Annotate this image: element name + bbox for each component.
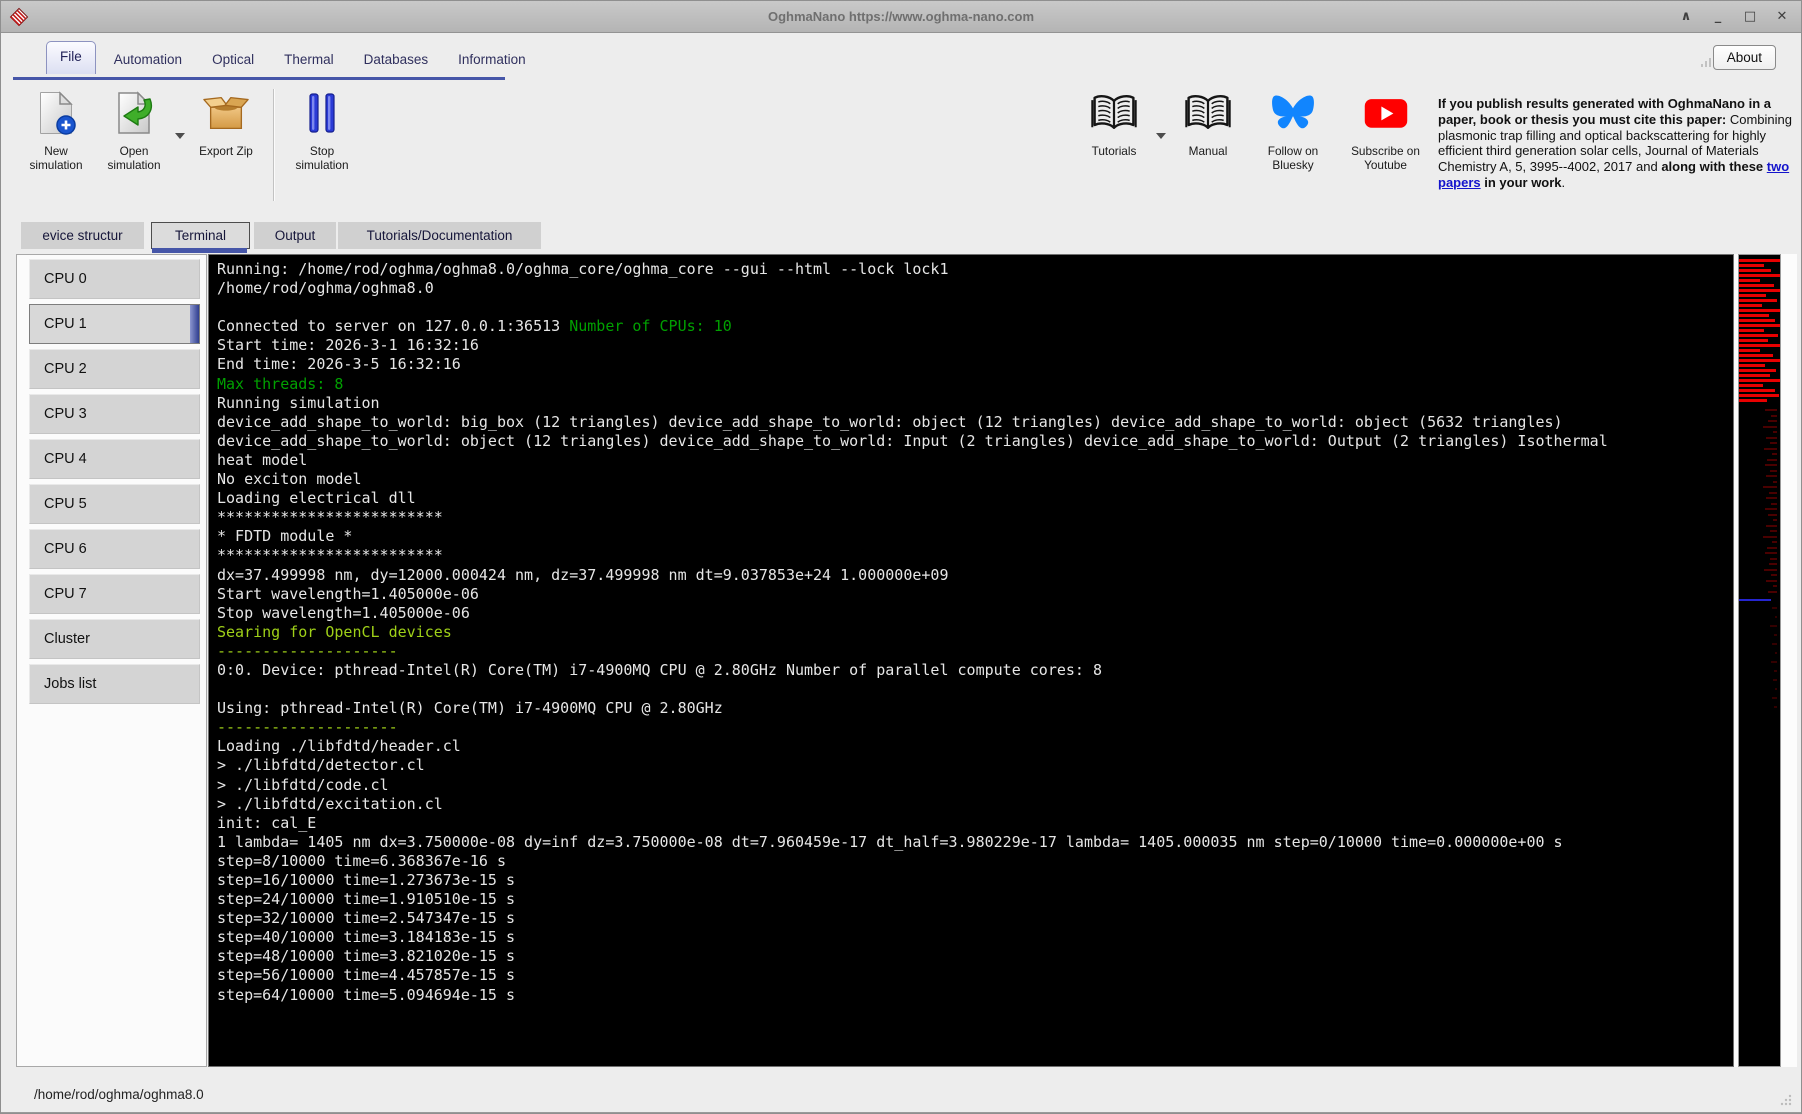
page-open-icon xyxy=(110,89,158,137)
book-icon xyxy=(1090,89,1138,137)
page-plus-icon xyxy=(32,89,80,137)
resize-grip-icon[interactable] xyxy=(1777,1091,1793,1107)
toolbar-separator xyxy=(273,89,275,201)
sidebar-item-cpu7[interactable]: CPU 7 xyxy=(29,574,200,614)
toolbar: New simulation Open simulation Export Zi… xyxy=(1,83,1801,207)
new-simulation-button[interactable]: New simulation xyxy=(17,89,95,172)
sidebar-item-cpu3[interactable]: CPU 3 xyxy=(29,394,200,434)
youtube-icon xyxy=(1362,89,1410,137)
manual-button[interactable]: Manual xyxy=(1168,89,1248,158)
pause-icon xyxy=(298,89,346,137)
activity-strip-holder xyxy=(1734,254,1797,1067)
open-simulation-button[interactable]: Open simulation xyxy=(95,89,173,172)
stop-simulation-button[interactable]: Stop simulation xyxy=(283,89,361,172)
bluesky-button[interactable]: Follow on Bluesky xyxy=(1248,89,1338,172)
minimize-window-icon[interactable]: _ xyxy=(1709,8,1727,26)
sidebar-item-cpu6[interactable]: CPU 6 xyxy=(29,529,200,569)
sidebar-item-jobs-list[interactable]: Jobs list xyxy=(29,664,200,704)
book-icon xyxy=(1184,89,1232,137)
stop-simulation-label: Stop simulation xyxy=(295,144,349,173)
menu-tab-optical[interactable]: Optical xyxy=(200,45,266,74)
menu-tab-databases[interactable]: Databases xyxy=(352,45,441,74)
youtube-label: Subscribe on Youtube xyxy=(1351,144,1420,173)
tab-terminal[interactable]: Terminal xyxy=(151,222,250,249)
close-window-icon[interactable]: ✕ xyxy=(1773,8,1791,26)
activity-strip xyxy=(1738,254,1781,1067)
sidebar-item-cpu5[interactable]: CPU 5 xyxy=(29,484,200,524)
tab-terminal-underline xyxy=(152,248,247,253)
doc-tab-bar: evice structur Terminal Output Tutorials… xyxy=(1,222,1801,253)
chevron-down-icon xyxy=(175,133,185,139)
manual-label: Manual xyxy=(1188,144,1228,158)
shade-window-icon[interactable]: ∧ xyxy=(1677,8,1695,26)
menu-bar: File Automation Optical Thermal Database… xyxy=(1,33,1801,81)
sidebar-item-cpu1[interactable]: CPU 1 xyxy=(29,304,200,344)
citation-text: If you publish results generated with Og… xyxy=(1438,96,1792,190)
terminal-output[interactable]: Running: /home/rod/oghma/oghma8.0/oghma_… xyxy=(208,254,1734,1067)
new-simulation-label: New simulation xyxy=(29,144,83,173)
open-simulation-label: Open simulation xyxy=(107,144,161,173)
window-title: OghmaNano https://www.oghma-nano.com xyxy=(767,9,1035,24)
youtube-button[interactable]: Subscribe on Youtube xyxy=(1338,89,1433,172)
app-window: OghmaNano https://www.oghma-nano.com ∧ _… xyxy=(0,0,1802,1114)
status-bar: /home/rod/oghma/oghma8.0 xyxy=(1,1073,1801,1113)
cpu-sidebar: CPU 0 CPU 1 CPU 2 CPU 3 CPU 4 CPU 5 CPU … xyxy=(16,254,207,1067)
menu-tab-automation[interactable]: Automation xyxy=(102,45,194,74)
tab-output[interactable]: Output xyxy=(254,222,336,249)
menu-tab-thermal[interactable]: Thermal xyxy=(272,45,346,74)
chevron-down-icon xyxy=(1156,133,1166,139)
corner-grip-icon xyxy=(1701,58,1711,67)
maximize-window-icon[interactable]: □ xyxy=(1741,8,1759,26)
open-box-icon xyxy=(202,89,250,137)
tutorials-dropdown[interactable] xyxy=(1154,133,1168,139)
menu-tab-file[interactable]: File xyxy=(46,41,96,74)
title-bar: OghmaNano https://www.oghma-nano.com ∧ _… xyxy=(1,1,1801,33)
tab-tutorials-documentation[interactable]: Tutorials/Documentation xyxy=(338,222,541,249)
sidebar-item-cpu0[interactable]: CPU 0 xyxy=(29,259,200,299)
tab-device-structure[interactable]: evice structur xyxy=(21,222,144,249)
about-button[interactable]: About xyxy=(1712,45,1776,70)
butterfly-icon xyxy=(1269,89,1317,137)
sidebar-item-cluster[interactable]: Cluster xyxy=(29,619,200,659)
export-zip-label: Export Zip xyxy=(199,144,253,158)
menu-tab-information[interactable]: Information xyxy=(446,45,538,74)
status-path: /home/rod/oghma/oghma8.0 xyxy=(34,1087,204,1102)
open-simulation-dropdown[interactable] xyxy=(173,133,187,139)
window-controls: ∧ _ □ ✕ xyxy=(1677,1,1791,32)
export-zip-button[interactable]: Export Zip xyxy=(187,89,265,158)
tutorials-label: Tutorials xyxy=(1091,144,1137,158)
menu-underline xyxy=(13,77,505,80)
bluesky-label: Follow on Bluesky xyxy=(1267,144,1319,173)
sidebar-item-cpu2[interactable]: CPU 2 xyxy=(29,349,200,389)
sidebar-item-cpu4[interactable]: CPU 4 xyxy=(29,439,200,479)
tutorials-button[interactable]: Tutorials xyxy=(1074,89,1154,158)
